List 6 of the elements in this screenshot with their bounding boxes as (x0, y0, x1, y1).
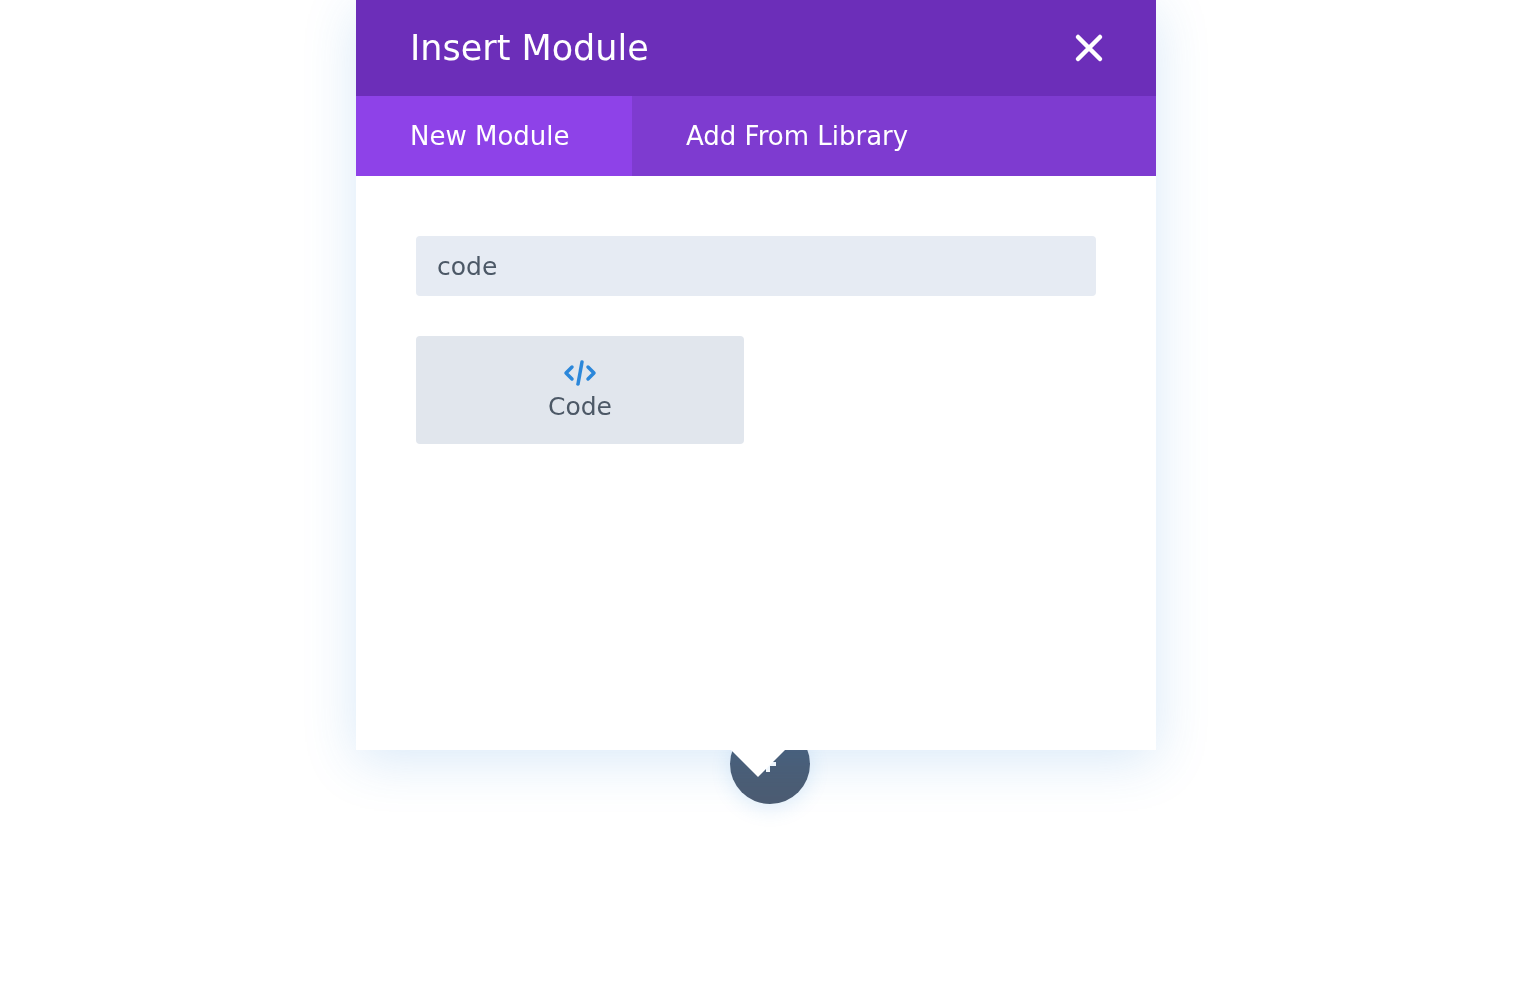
search-field[interactable]: code (416, 236, 1096, 296)
tab[interactable]: New Module (356, 96, 632, 176)
close-icon[interactable] (1074, 33, 1104, 63)
code-icon (563, 359, 597, 386)
module-tile[interactable]: Code (416, 336, 744, 444)
modal-title: Insert Module (410, 28, 649, 68)
